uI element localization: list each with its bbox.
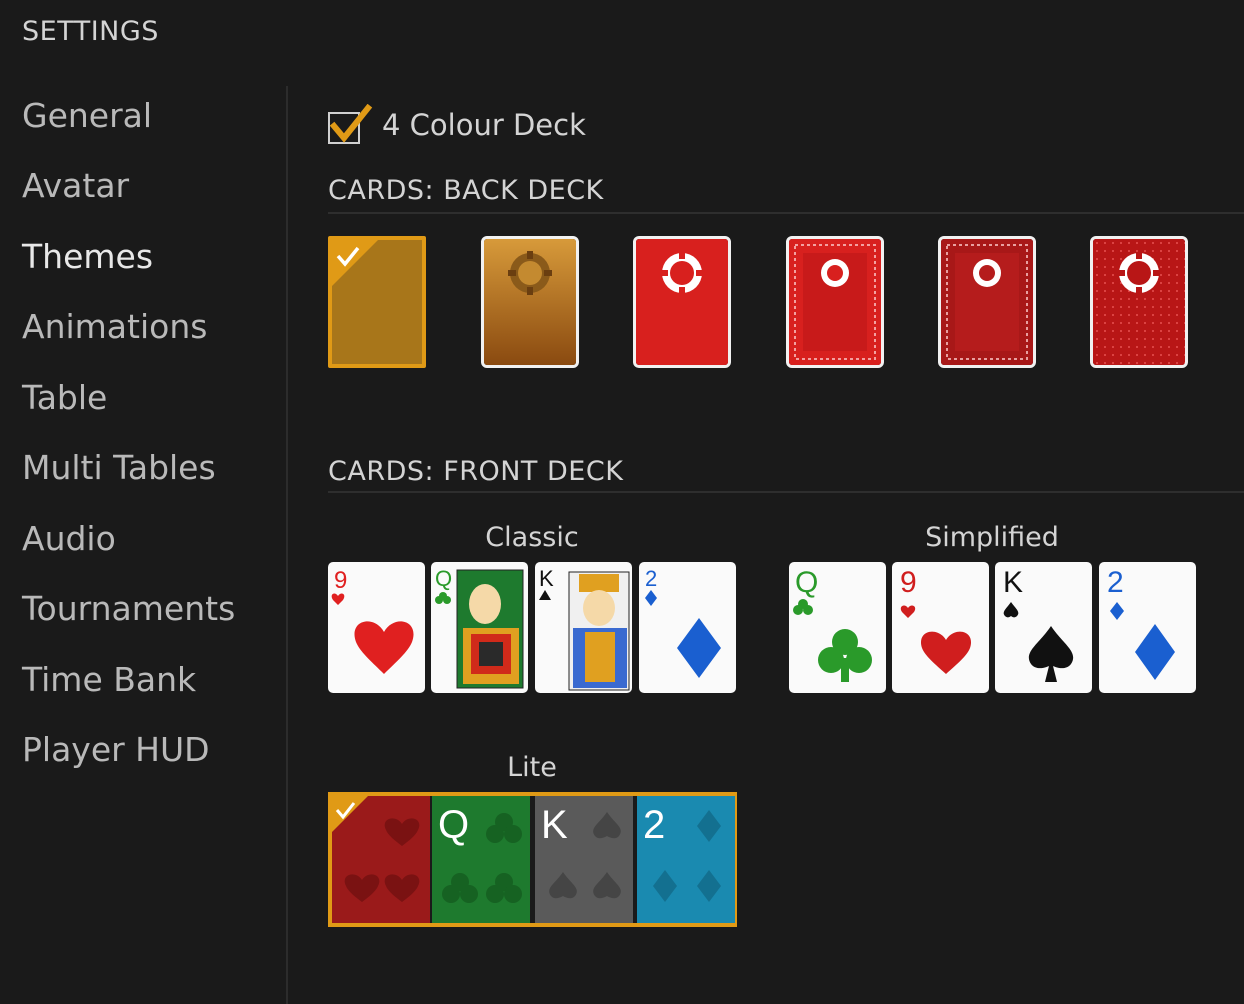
classic-card-k-spades: K bbox=[535, 562, 632, 693]
diamond-icon: 2 bbox=[1107, 566, 1175, 680]
page-title: SETTINGS bbox=[22, 16, 159, 47]
heart-icon: 9 bbox=[331, 567, 414, 674]
card-rank: 2 bbox=[1107, 566, 1124, 599]
simplified-card-k-spades: K bbox=[995, 562, 1092, 693]
spade-icon: K bbox=[1003, 566, 1074, 682]
sidebar-item-themes[interactable]: Themes bbox=[22, 237, 153, 276]
sidebar-item-tournaments[interactable]: Tournaments bbox=[22, 589, 235, 628]
diamond-icon: 2 bbox=[645, 566, 721, 678]
card-rank: K bbox=[541, 803, 568, 847]
spade-icon: K bbox=[535, 796, 633, 923]
sidebar-item-animations[interactable]: Animations bbox=[22, 307, 207, 346]
sidebar-item-player-hud[interactable]: Player HUD bbox=[22, 730, 210, 769]
four-colour-deck-label: 4 Colour Deck bbox=[382, 108, 586, 142]
card-rank: Q bbox=[795, 566, 818, 599]
card-rank: 2 bbox=[645, 566, 657, 591]
card-back-red-pattern bbox=[789, 239, 881, 365]
card-rank: 9 bbox=[334, 567, 347, 594]
simplified-card-9-hearts: 9 bbox=[892, 562, 989, 693]
classic-deck-option[interactable]: 9 Q K 2 bbox=[328, 562, 737, 693]
simplified-card-2-diamonds: 2 bbox=[1099, 562, 1196, 693]
simplified-deck-label: Simplified bbox=[925, 522, 1059, 553]
back-card-red-pattern[interactable] bbox=[786, 236, 884, 368]
back-deck-title: CARDS: BACK DECK bbox=[328, 175, 604, 206]
card-back-red-dots bbox=[1093, 239, 1185, 365]
back-deck-divider bbox=[328, 212, 1244, 214]
heart-icon: 9 bbox=[900, 566, 972, 674]
card-rank: Q bbox=[438, 803, 469, 847]
sidebar-item-time-bank[interactable]: Time Bank bbox=[22, 660, 196, 699]
card-back-gold-plain bbox=[332, 240, 422, 364]
card-rank: 9 bbox=[900, 566, 917, 599]
heart-icon bbox=[332, 796, 430, 923]
card-rank: 2 bbox=[643, 803, 665, 847]
diamond-icon: 2 bbox=[637, 796, 735, 923]
sidebar-item-general[interactable]: General bbox=[22, 96, 152, 135]
club-icon: Q bbox=[793, 566, 872, 682]
card-back-darkred-pattern bbox=[941, 239, 1033, 365]
king-face-icon: K bbox=[539, 566, 630, 691]
card-rank: Q bbox=[435, 566, 452, 591]
card-rank: K bbox=[539, 566, 554, 591]
sidebar-divider bbox=[286, 86, 288, 1004]
simplified-card-q-clubs: Q bbox=[789, 562, 886, 693]
checkmark-icon bbox=[329, 104, 373, 143]
club-icon: Q bbox=[432, 796, 530, 923]
sidebar-item-multi-tables[interactable]: Multi Tables bbox=[22, 448, 216, 487]
card-back-red-chip bbox=[636, 239, 728, 365]
lite-deck-label: Lite bbox=[507, 752, 557, 783]
sidebar-item-audio[interactable]: Audio bbox=[22, 519, 116, 558]
settings-header: SETTINGS bbox=[0, 0, 1244, 60]
classic-card-9-hearts: 9 bbox=[328, 562, 425, 693]
sidebar-item-table[interactable]: Table bbox=[22, 378, 107, 417]
four-colour-deck-checkbox[interactable] bbox=[328, 104, 373, 144]
classic-deck-label: Classic bbox=[485, 522, 579, 553]
front-deck-title: CARDS: FRONT DECK bbox=[328, 456, 624, 487]
back-card-red-chip[interactable] bbox=[633, 236, 731, 368]
lite-card-2-diamonds: 2 bbox=[637, 796, 735, 923]
classic-card-q-clubs: Q bbox=[431, 562, 528, 693]
lite-card-hearts bbox=[332, 796, 430, 923]
classic-card-2-diamonds: 2 bbox=[639, 562, 736, 693]
back-card-gold-chip[interactable] bbox=[481, 236, 579, 368]
lite-card-k-spades: K bbox=[535, 796, 633, 923]
back-card-gold-plain[interactable] bbox=[328, 236, 426, 368]
lite-card-q-clubs: Q bbox=[432, 796, 530, 923]
simplified-deck-option[interactable]: Q 9 K 2 bbox=[789, 562, 1198, 693]
queen-face-icon: Q bbox=[435, 566, 524, 689]
card-rank: K bbox=[1003, 566, 1023, 599]
lite-deck-option[interactable]: Q K 2 bbox=[328, 792, 737, 927]
back-card-red-dots[interactable] bbox=[1090, 236, 1188, 368]
card-back-gold-chip bbox=[484, 239, 576, 365]
sidebar-item-avatar[interactable]: Avatar bbox=[22, 166, 129, 205]
front-deck-divider bbox=[328, 491, 1244, 493]
back-card-darkred-pattern[interactable] bbox=[938, 236, 1036, 368]
